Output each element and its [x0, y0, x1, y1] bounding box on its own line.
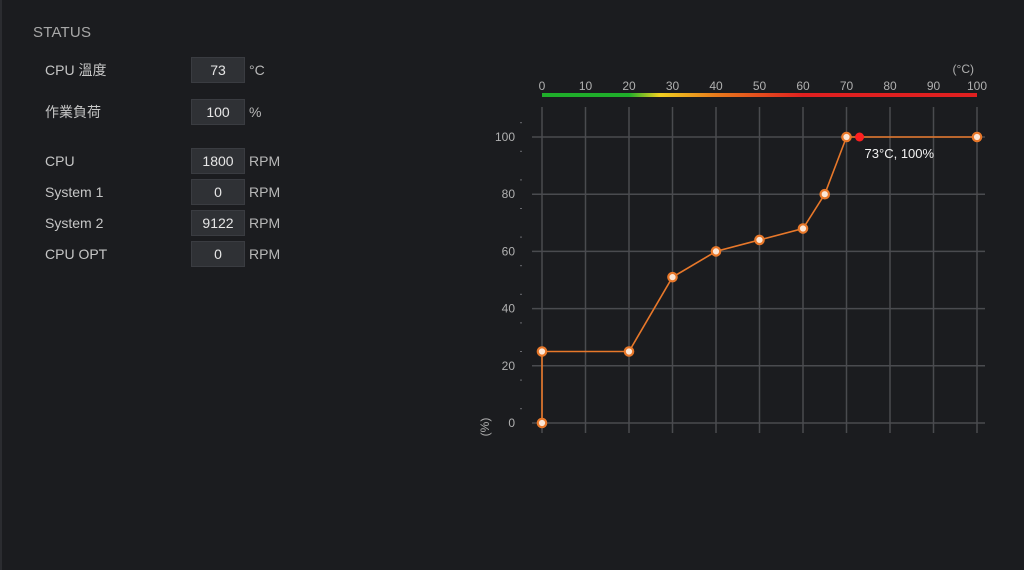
x-tick-label: 100: [967, 79, 987, 93]
x-tick-label: 0: [539, 79, 546, 93]
y-tick-label: 40: [502, 302, 516, 316]
cpu-temp-value: 73: [191, 57, 245, 83]
y-tick-label: 20: [502, 359, 516, 373]
section-title: STATUS: [33, 24, 92, 41]
cpu-temp-row: CPU 溫度 73 °C: [45, 57, 265, 83]
current-point-label: 73°C, 100%: [865, 146, 935, 161]
x-tick-label: 30: [666, 79, 680, 93]
fan-label: System 2: [45, 215, 104, 231]
work-load-row: 作業負荷 100 %: [45, 99, 261, 125]
fan-curve-chart[interactable]: 0 10 20 30 40 50 60 70 80 90 100 0 20 40 60 80 100 (°C) (%…: [470, 55, 1000, 455]
window-left-edge: [0, 0, 2, 570]
chart-axes: 0 10 20 30 40 50 60 70 80 90 100 0 20 40 60 80 100 (°C) (%…: [478, 62, 987, 436]
x-tick-label: 60: [796, 79, 810, 93]
curve-control-point[interactable]: [971, 131, 983, 143]
fan-rpm-value: 1800: [191, 148, 245, 174]
y-tick-label: 80: [502, 187, 516, 201]
curve-control-point[interactable]: [536, 346, 548, 357]
x-tick-label: 20: [622, 79, 636, 93]
curve-control-point[interactable]: [754, 234, 765, 246]
fan-label: CPU: [45, 153, 75, 169]
temperature-color-bar: [542, 93, 977, 97]
y-tick-label: 100: [495, 130, 515, 144]
x-axis-unit-label: (°C): [953, 62, 974, 76]
fan-label: System 1: [45, 184, 104, 200]
fan-row-system-1: System 1 0 RPM: [45, 179, 280, 205]
work-load-value: 100: [191, 99, 245, 125]
fan-row-cpu: CPU 1800 RPM: [45, 148, 280, 174]
fan-row-cpu-opt: CPU OPT 0 RPM: [45, 241, 280, 267]
cpu-temp-label: CPU 溫度: [45, 62, 107, 78]
current-point-marker: [855, 132, 865, 142]
fan-row-system-2: System 2 9122 RPM: [45, 210, 280, 236]
x-tick-label: 70: [840, 79, 854, 93]
fan-rpm-value: 9122: [191, 210, 245, 236]
x-tick-label: 50: [753, 79, 767, 93]
cpu-temp-unit: °C: [249, 62, 265, 78]
fan-rpm-value: 0: [191, 179, 245, 205]
x-tick-label: 40: [709, 79, 723, 93]
x-tick-label: 10: [579, 79, 593, 93]
fan-rpm-unit: RPM: [249, 184, 281, 200]
curve-control-point[interactable]: [797, 223, 809, 234]
y-tick-label: 0: [508, 416, 515, 430]
x-tick-label: 90: [927, 79, 941, 93]
x-tick-label: 80: [883, 79, 897, 93]
fan-rpm-unit: RPM: [249, 215, 281, 231]
curve-control-point[interactable]: [841, 131, 852, 143]
curve-control-point[interactable]: [667, 271, 678, 283]
curve-control-point[interactable]: [710, 246, 722, 257]
fan-label: CPU OPT: [45, 246, 108, 262]
curve-control-point[interactable]: [536, 417, 548, 429]
y-tick-label: 60: [502, 244, 516, 258]
fan-rpm-unit: RPM: [249, 153, 281, 169]
y-axis-unit-label: (%): [478, 418, 492, 437]
curve-control-point[interactable]: [819, 188, 831, 200]
curve-control-point[interactable]: [623, 346, 635, 357]
work-load-unit: %: [249, 104, 262, 120]
fan-rpm-value: 0: [191, 241, 245, 267]
fan-rpm-unit: RPM: [249, 246, 281, 262]
work-load-label: 作業負荷: [45, 104, 101, 120]
